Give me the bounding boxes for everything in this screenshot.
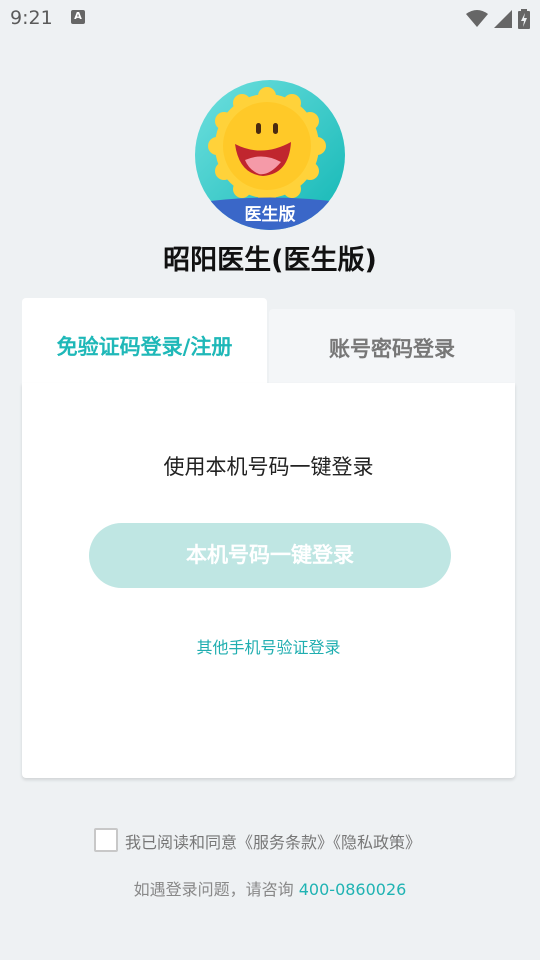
wifi-icon	[465, 9, 488, 27]
tab-sms-login-label: 免验证码登录/注册	[56, 335, 233, 359]
logo-badge-label: 医生版	[244, 205, 296, 225]
help-phone-link[interactable]: 400-0860026	[299, 880, 407, 899]
status-time: 9:21	[10, 7, 53, 29]
other-phone-login-link[interactable]: 其他手机号验证登录	[22, 634, 515, 658]
app-title: 昭阳医生(医生版)	[163, 245, 377, 276]
tab-password-login-label: 账号密码登录	[329, 337, 455, 361]
one-key-login-button[interactable]: 本机号码一键登录	[89, 523, 451, 588]
card-heading: 使用本机号码一键登录	[163, 455, 374, 479]
signal-icon	[493, 9, 512, 28]
agreement-checkbox[interactable]	[94, 828, 118, 852]
status-bar: 9:21 A	[0, 0, 540, 36]
login-card: 使用本机号码一键登录 本机号码一键登录 其他手机号验证登录	[22, 383, 515, 778]
status-icons	[465, 8, 530, 29]
a-icon: A	[71, 10, 85, 24]
tab-password-login[interactable]: 账号密码登录	[269, 309, 515, 384]
battery-charging-icon	[518, 8, 530, 29]
login-screen: 9:21 A 医生版 昭阳医生(医生版) 免验证码登录/注册 账号密码登录 使用…	[0, 0, 540, 960]
agreement-text[interactable]: 我已阅读和同意《服务条款》《隐私政策》	[125, 829, 421, 853]
help-row: 如遇登录问题，请咨询 400-0860026	[0, 876, 540, 900]
help-prefix: 如遇登录问题，请咨询	[133, 880, 299, 899]
tab-sms-login[interactable]: 免验证码登录/注册	[22, 298, 267, 384]
